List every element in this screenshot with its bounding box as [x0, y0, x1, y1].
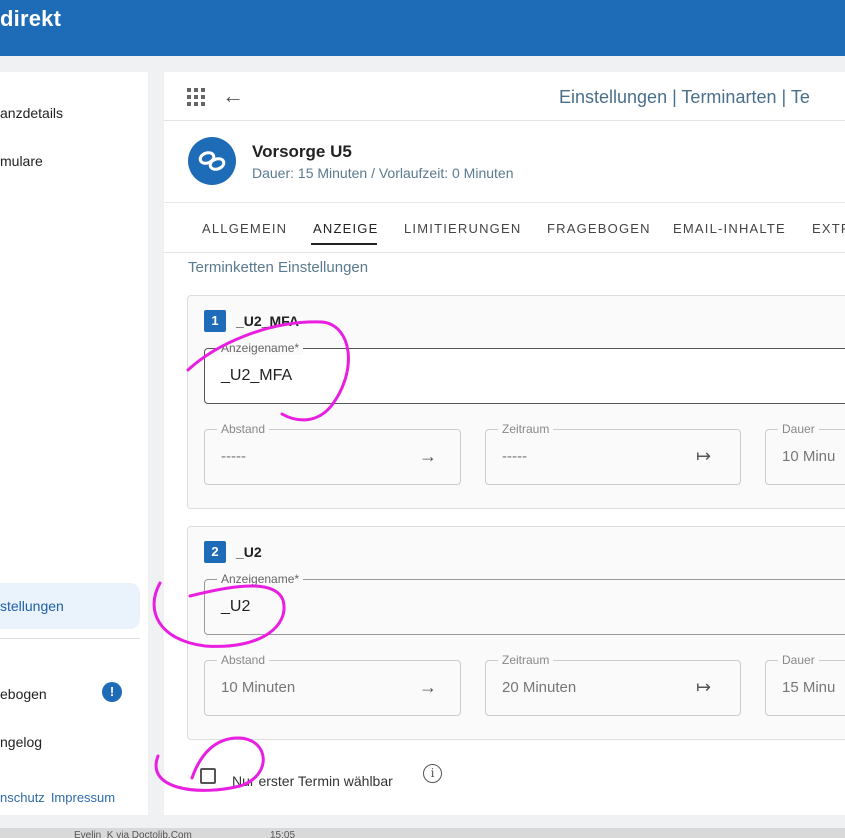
active-tab-indicator [311, 243, 377, 245]
sidebar-item-label: stellungen [0, 598, 64, 614]
header-divider [164, 120, 845, 121]
appointment-subtitle: Dauer: 15 Minuten / Vorlaufzeit: 0 Minut… [252, 165, 514, 181]
field-label: Abstand [217, 422, 270, 436]
first-only-checkbox[interactable] [200, 768, 216, 784]
abstand-field[interactable]: Abstand 10 Minuten → [204, 653, 461, 716]
main-panel: ← Einstellungen | Terminarten | Te Vorso… [164, 72, 845, 815]
taskbar-strip: Evelin_K via Doctolib.Com 15:05 [0, 828, 845, 838]
sidebar: anzdetails mulare stellungen ebogen ! ng… [0, 72, 148, 815]
tab-anzeige[interactable]: ANZEIGE [313, 221, 378, 236]
arrow-right-icon: → [419, 677, 437, 697]
section-title: Terminketten Einstellungen [188, 259, 369, 276]
back-arrow-icon[interactable]: ← [222, 85, 244, 107]
link-icon [198, 151, 226, 171]
sidebar-item-einstellungen[interactable]: stellungen [0, 583, 140, 629]
field-label: Abstand [217, 653, 270, 667]
tab-allgemein[interactable]: ALLGEMEIN [202, 221, 287, 236]
chain-step-card: 1 _U2_MFA Anzeigename* _U2_MFA Abstand -… [187, 295, 845, 509]
arrow-to-bar-icon: ↦ [696, 446, 712, 466]
dauer-field[interactable]: Dauer 10 Minu [765, 422, 845, 485]
step-number-badge: 1 [204, 310, 226, 332]
field-value: 15 Minu [782, 679, 836, 696]
field-label: Zeitraum [498, 653, 554, 667]
breadcrumb: Einstellungen | Terminarten | Te [559, 87, 810, 107]
sidebar-divider [0, 638, 140, 639]
chain-step-card: 2 _U2 Anzeigename* _U2 Abstand 10 Minute… [187, 526, 845, 740]
sidebar-item-praxisdetails[interactable]: anzdetails [0, 105, 63, 121]
field-value: _U2 [221, 598, 251, 615]
sidebar-item-fragebogen[interactable]: ebogen [0, 686, 47, 702]
display-name-field[interactable]: Anzeigename* _U2 [204, 572, 845, 635]
brand-logo: direkt [0, 6, 62, 31]
zeitraum-field[interactable]: Zeitraum 20 Minuten ↦ [485, 653, 741, 716]
tab-bar: ALLGEMEIN ANZEIGE LIMITIERUNGEN FRAGEBOG… [164, 202, 845, 253]
appointment-chain-avatar [188, 137, 236, 185]
arrow-to-bar-icon: ↦ [696, 677, 712, 697]
tab-fragebogen[interactable]: FRAGEBOGEN [547, 221, 651, 236]
taskbar-time: 15:05 [270, 830, 296, 838]
field-value: _U2_MFA [221, 367, 293, 384]
step-name: _U2 [236, 544, 262, 560]
tab-limitierungen[interactable]: LIMITIERUNGEN [404, 221, 521, 236]
field-value: ----- [502, 448, 527, 465]
dauer-field[interactable]: Dauer 15 Minu [765, 653, 845, 716]
top-bar: direkt [0, 0, 845, 56]
abstand-field[interactable]: Abstand ----- → [204, 422, 461, 485]
info-icon[interactable]: i [423, 764, 442, 783]
field-label: Anzeigename* [217, 341, 304, 355]
field-label: Zeitraum [498, 422, 554, 436]
field-label: Dauer [778, 653, 819, 667]
sidebar-item-changelog[interactable]: ngelog [0, 734, 42, 750]
warning-icon: ! [102, 682, 122, 702]
field-value: ----- [221, 448, 246, 465]
display-name-field[interactable]: Anzeigename* _U2_MFA [204, 341, 845, 404]
step-number-badge: 2 [204, 541, 226, 563]
apps-grid-icon[interactable] [187, 88, 205, 106]
imprint-link[interactable]: Impressum [51, 790, 115, 805]
field-value: 20 Minuten [502, 679, 577, 696]
zeitraum-field[interactable]: Zeitraum ----- ↦ [485, 422, 741, 485]
field-label: Anzeigename* [217, 572, 304, 586]
arrow-right-icon: → [419, 446, 437, 466]
first-only-label: Nur erster Termin wählbar [232, 773, 393, 789]
tab-email-inhalte[interactable]: EMAIL-INHALTE [673, 221, 786, 236]
taskbar-sender: Evelin_K via Doctolib.Com [74, 830, 192, 838]
field-value: 10 Minu [782, 448, 836, 465]
step-name: _U2_MFA [236, 313, 300, 329]
field-value: 10 Minuten [221, 679, 296, 696]
privacy-link[interactable]: nschutz [0, 790, 45, 805]
sidebar-item-formulare[interactable]: mulare [0, 153, 43, 169]
sidebar-footer: nschutz Impressum [0, 790, 115, 805]
tab-extras[interactable]: EXTR [812, 221, 845, 236]
field-label: Dauer [778, 422, 819, 436]
appointment-title: Vorsorge U5 [252, 142, 352, 161]
